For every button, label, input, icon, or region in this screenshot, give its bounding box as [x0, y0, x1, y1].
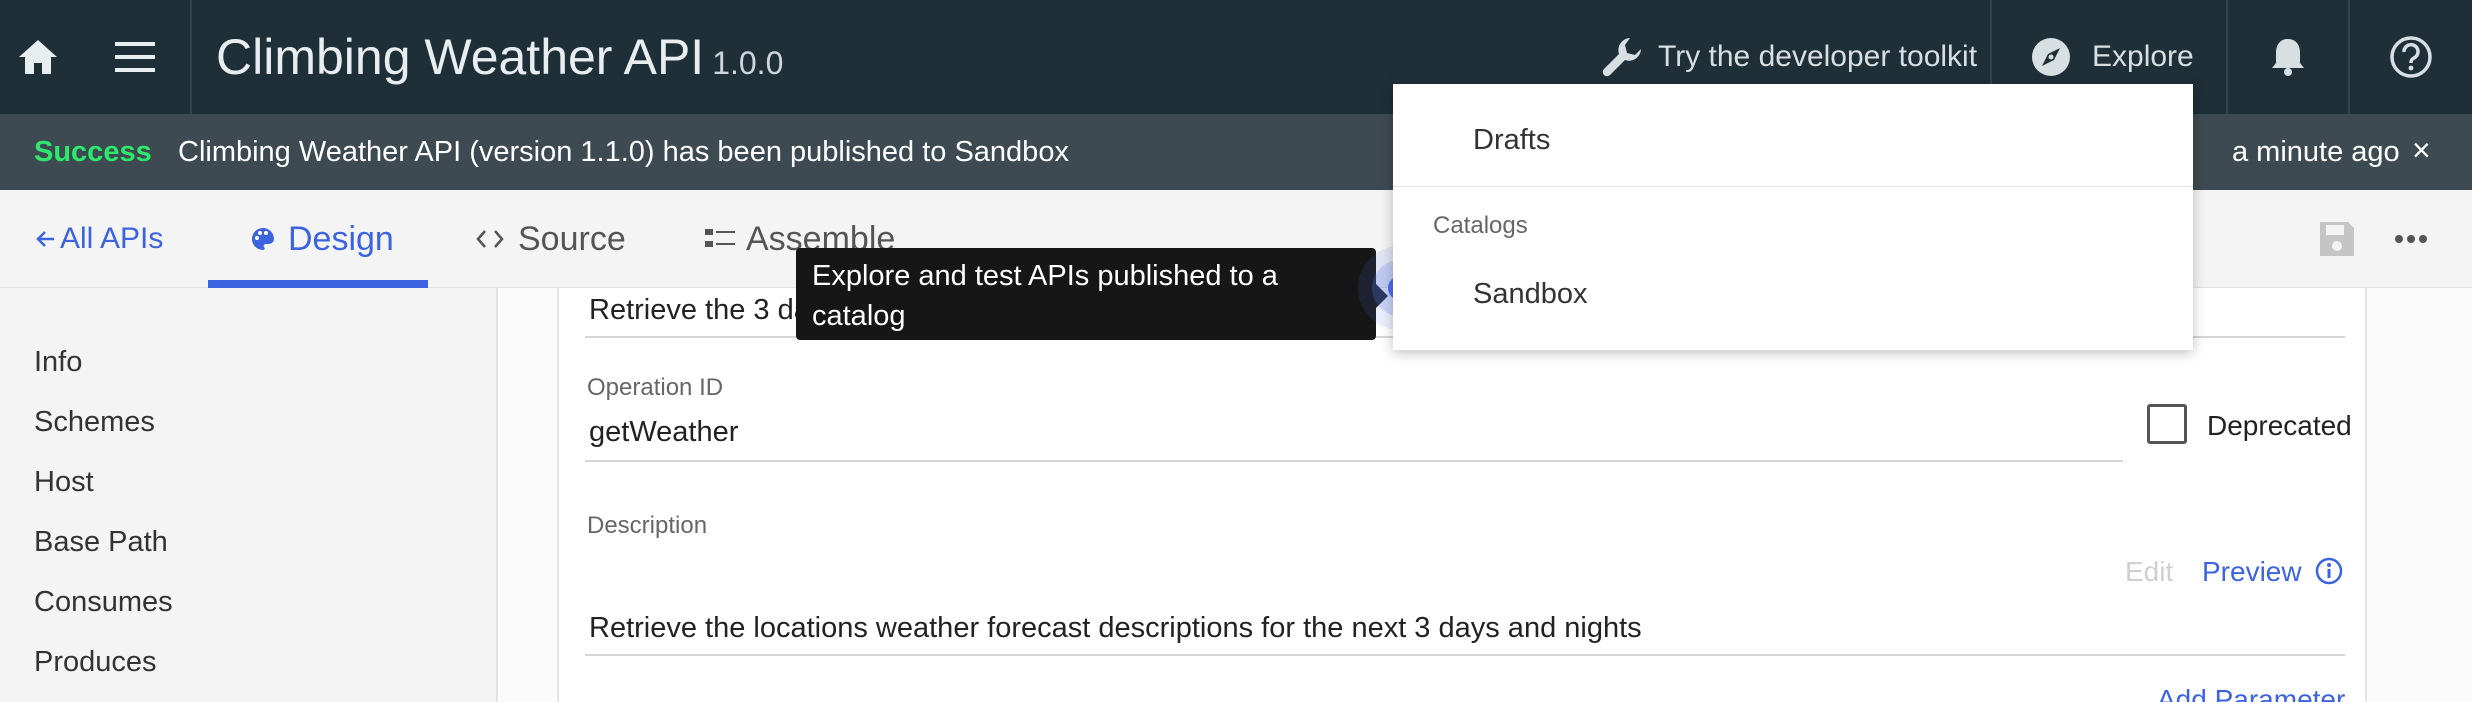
dropdown-item-sandbox[interactable]: Sandbox: [1473, 278, 1588, 311]
main-content: Retrieve the 3 day forecast for a locati…: [500, 288, 2472, 702]
operation-id-input[interactable]: getWeather: [589, 416, 738, 449]
tab-source-label: Source: [518, 219, 626, 258]
dropdown-divider: [1393, 186, 2193, 187]
sidebar-item-host[interactable]: Host: [34, 466, 94, 499]
all-apis-link[interactable]: All APIs: [34, 190, 163, 288]
explore-label: Explore: [2092, 40, 2194, 73]
api-name: Climbing Weather API: [216, 29, 705, 85]
app-title: Climbing Weather API 1.0.0: [216, 28, 783, 86]
home-button[interactable]: [0, 0, 76, 114]
save-icon: [2320, 222, 2354, 256]
menu-button[interactable]: [100, 0, 170, 114]
arrow-left-icon: [36, 231, 54, 247]
sidebar-item-produces[interactable]: Produces: [34, 646, 157, 679]
notifications-button[interactable]: [2228, 0, 2348, 114]
explore-tooltip: Explore and test APIs published to a cat…: [796, 248, 1376, 340]
toolkit-label: Try the developer toolkit: [1658, 40, 1978, 73]
preview-label: Preview: [2202, 556, 2302, 587]
tab-design-label: Design: [288, 219, 394, 258]
operation-panel: Retrieve the 3 day forecast for a locati…: [557, 288, 2367, 702]
description-underline: [585, 654, 2345, 656]
all-apis-label: All APIs: [60, 222, 164, 255]
sidebar-item-schemes[interactable]: Schemes: [34, 406, 155, 439]
sidebar-item-base-path[interactable]: Base Path: [34, 526, 168, 559]
code-icon: [476, 230, 504, 248]
assemble-icon: [705, 229, 735, 247]
edit-tab[interactable]: Edit: [2125, 556, 2173, 588]
catalogs-header: Catalogs: [1433, 212, 1528, 239]
info-icon: [2316, 557, 2343, 585]
notification-time: a minute ago: [2232, 136, 2400, 168]
save-button[interactable]: [2312, 214, 2362, 264]
preview-tab[interactable]: Preview: [2202, 556, 2343, 588]
operation-id-label: Operation ID: [587, 374, 724, 401]
dropdown-item-drafts[interactable]: Drafts: [1473, 124, 1550, 157]
description-label: Description: [587, 512, 708, 539]
deprecated-label: Deprecated: [2207, 410, 2352, 441]
sidebar-item-consumes[interactable]: Consumes: [34, 586, 173, 619]
description-input[interactable]: Retrieve the locations weather forecast …: [589, 612, 1642, 645]
home-icon: [19, 40, 57, 74]
notification-message: Climbing Weather API (version 1.1.0) has…: [178, 136, 1069, 168]
bell-icon: [2272, 39, 2304, 76]
tab-source[interactable]: Source: [476, 190, 626, 288]
compass-icon: [2032, 38, 2070, 76]
palette-icon: [252, 228, 274, 250]
more-icon: [2395, 235, 2427, 243]
wrench-icon: [1602, 38, 1641, 77]
deprecated-checkbox[interactable]: [2147, 404, 2187, 444]
notification-close-button[interactable]: ×: [2412, 132, 2431, 169]
active-tab-indicator: [208, 280, 428, 288]
help-icon: [2390, 36, 2432, 78]
notification-status: Success: [34, 136, 152, 168]
explore-dropdown: Drafts Catalogs Sandbox: [1393, 84, 2193, 350]
sidebar-item-info[interactable]: Info: [34, 346, 82, 379]
tab-design[interactable]: Design: [250, 190, 394, 288]
menu-icon: [115, 42, 155, 72]
help-button[interactable]: [2350, 0, 2472, 114]
more-options-button[interactable]: [2386, 214, 2436, 264]
header-divider: [190, 0, 192, 114]
api-version: 1.0.0: [712, 45, 784, 81]
operation-id-underline: [585, 460, 2123, 462]
design-sidebar: Info Schemes Host Base Path Consumes Pro…: [0, 288, 498, 702]
add-parameter-link[interactable]: Add Parameter: [2157, 684, 2345, 702]
